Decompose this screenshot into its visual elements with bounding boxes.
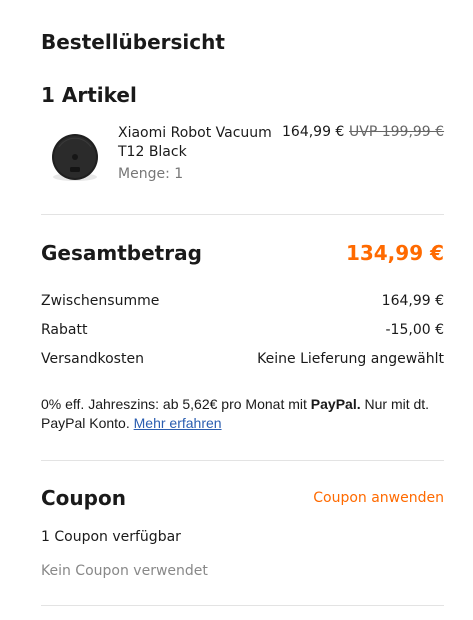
coupon-available-text: 1 Coupon verfügbar [41, 529, 181, 545]
subtotal-value: 164,99 € [381, 293, 444, 309]
discount-value: -15,00 € [385, 322, 445, 338]
subtotal-label: Zwischensumme [41, 293, 160, 309]
product-price: 164,99 € [282, 124, 345, 140]
paypal-financing-note: 0% eff. Jahreszins: ab 5,62€ pro Monat m… [41, 395, 451, 433]
shipping-value: Keine Lieferung angewählt [257, 351, 444, 367]
product-name[interactable]: Xiaomi Robot Vacuum T12 Black [118, 124, 278, 162]
divider [41, 214, 444, 215]
coupon-title: Coupon [41, 486, 126, 510]
divider [41, 605, 444, 606]
learn-more-link[interactable]: Mehr erfahren [134, 415, 222, 431]
robot-vacuum-image [45, 130, 105, 186]
paypal-brand: PayPal. [310, 396, 361, 412]
apply-coupon-button[interactable]: Coupon anwenden [313, 490, 444, 506]
order-summary-title: Bestellübersicht [41, 30, 225, 54]
product-uvp-price: UVP 199,99 € [349, 124, 445, 140]
product-quantity: Menge: 1 [118, 166, 184, 182]
shipping-label: Versandkosten [41, 351, 144, 367]
divider [41, 460, 444, 461]
coupon-none-used-text: Kein Coupon verwendet [41, 563, 208, 579]
paypal-text-before: 0% eff. Jahreszins: ab 5,62€ pro Monat m… [41, 396, 311, 412]
items-count-heading: 1 Artikel [41, 83, 137, 107]
total-label: Gesamtbetrag [41, 241, 202, 265]
discount-label: Rabatt [41, 322, 88, 338]
total-value: 134,99 € [345, 241, 444, 265]
